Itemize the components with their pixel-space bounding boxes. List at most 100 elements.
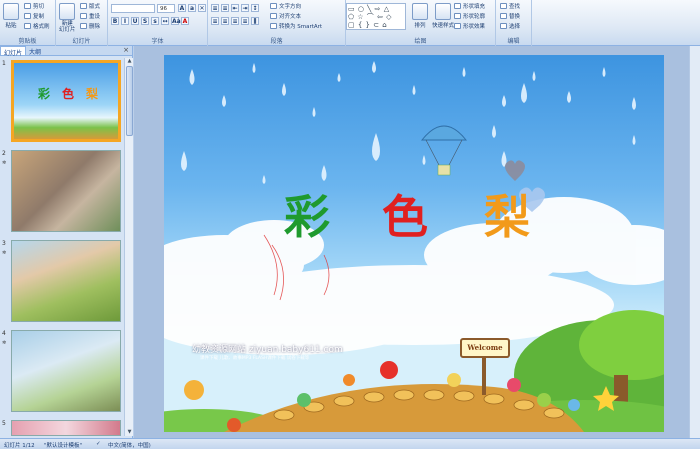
- format-painter-button[interactable]: 格式刷: [24, 22, 50, 30]
- paragraph-group: ≡ ≡ ⇤ ⇥ ↕ ≡ ≡ ≡ ≡ ⫼ 文字方向 对齐文本 转换为 SmartArt 段落: [208, 0, 346, 46]
- change-case-icon[interactable]: Aa: [171, 17, 181, 25]
- align-text-button[interactable]: 对齐文本: [270, 12, 301, 20]
- quick-styles-button[interactable]: 快速样式: [432, 3, 454, 29]
- tab-outline[interactable]: 大纲: [26, 46, 44, 56]
- line-spacing-icon[interactable]: ↕: [251, 4, 259, 12]
- layout-icon: [80, 3, 87, 9]
- align-center-icon[interactable]: ≡: [221, 17, 229, 25]
- shrink-font-icon[interactable]: a: [188, 4, 196, 12]
- drawing-group: ▭ ○ ╲ ⇨ △ ⬠ ☆ ⌒ ⇦ ◇ ▢ { } ⊂ ⌂ 排列 快速样式 形状填充…: [346, 0, 496, 46]
- new-slide-button[interactable]: 新建 幻灯片: [59, 3, 76, 33]
- site-watermark-sub: 课件下载 儿歌、故事MP3 FLASH课件下载 试卷下载等: [200, 356, 310, 361]
- thumbnail-slide-4[interactable]: [11, 330, 121, 412]
- status-bar: 幻灯片 1/12 "默认设计模板" ✓ 中文(简体，中国): [0, 438, 700, 449]
- heart-balloon-decor: [505, 160, 525, 181]
- paste-label: 粘贴: [5, 23, 17, 29]
- thumbnail-number: 4: [2, 330, 6, 337]
- spacing-icon[interactable]: ↔: [161, 17, 169, 25]
- align-text-icon: [270, 13, 277, 19]
- text-direction-button[interactable]: 文字方向: [270, 2, 301, 10]
- slide-scrollbar[interactable]: [689, 46, 700, 438]
- find-button[interactable]: 查找: [500, 2, 520, 10]
- bold-icon[interactable]: B: [111, 17, 119, 25]
- smartart-icon: [270, 23, 277, 29]
- thumbnail-slide-5[interactable]: [11, 420, 121, 436]
- scroll-down-icon[interactable]: ▼: [126, 429, 133, 436]
- paste-button[interactable]: 粘贴: [3, 3, 19, 29]
- panel-scroll-thumb[interactable]: [126, 66, 133, 136]
- clear-format-icon[interactable]: ✕: [198, 4, 206, 12]
- columns-icon[interactable]: ⫼: [251, 17, 259, 25]
- italic-icon[interactable]: I: [121, 17, 129, 25]
- tab-slides[interactable]: 幻灯片: [0, 46, 27, 57]
- copy-button[interactable]: 复制: [24, 12, 44, 20]
- cut-button[interactable]: 剪切: [24, 2, 44, 10]
- close-icon[interactable]: ×: [120, 46, 132, 55]
- paragraph-group-label: 段落: [270, 38, 283, 45]
- panel-scrollbar[interactable]: ▲ ▼: [124, 58, 133, 436]
- reset-button[interactable]: 重设: [80, 12, 100, 20]
- font-group: 96 Aa ✕ B I U Ss ↔ Aa A 字体: [108, 0, 208, 46]
- slides-group: 新建 幻灯片 版式 重设 删除 幻灯片: [56, 0, 108, 46]
- quick-styles-icon: [435, 3, 451, 20]
- binoculars-icon: [500, 3, 507, 9]
- raindrop-decor: [181, 61, 636, 184]
- replace-button[interactable]: 替换: [500, 12, 520, 20]
- thumbnail-slide-2[interactable]: [11, 150, 121, 232]
- delete-slide-button[interactable]: 删除: [80, 22, 100, 30]
- ribbon: 粘贴 剪切 复制 格式刷 剪贴板 新建 幻灯片 版式 重设 删除 幻灯片 96 …: [0, 0, 700, 46]
- align-right-icon[interactable]: ≡: [231, 17, 239, 25]
- shape-effects-button[interactable]: 形状效果: [454, 22, 485, 30]
- increase-indent-icon[interactable]: ⇥: [241, 4, 249, 12]
- panel-tabs: 幻灯片 大纲 ×: [0, 46, 132, 57]
- numbering-icon[interactable]: ≡: [221, 4, 229, 12]
- thumbnail-number: 5: [2, 420, 6, 427]
- bullets-icon[interactable]: ≡: [211, 4, 219, 12]
- layout-button[interactable]: 版式: [80, 2, 100, 10]
- justify-icon[interactable]: ≡: [241, 17, 249, 25]
- clipboard-group-label: 剪贴板: [18, 38, 37, 45]
- grow-font-icon[interactable]: A: [178, 4, 186, 12]
- list-tools: ≡ ≡ ⇤ ⇥ ↕: [211, 4, 259, 12]
- select-button[interactable]: 选择: [500, 22, 520, 30]
- scissors-icon: [24, 3, 31, 9]
- delete-icon: [80, 23, 87, 29]
- thumbnail-slide-1[interactable]: 彩 色 梨: [11, 60, 121, 142]
- arrange-button[interactable]: 排列: [412, 3, 428, 29]
- outline-icon: [454, 13, 461, 19]
- shape-outline-button[interactable]: 形状轮廓: [454, 12, 485, 20]
- thumbnail-number: 3: [2, 240, 6, 247]
- effects-icon: [454, 23, 461, 29]
- clipboard-group: 粘贴 剪切 复制 格式刷 剪贴板: [0, 0, 56, 46]
- welcome-sign: Welcome: [460, 338, 510, 358]
- font-name-select[interactable]: [111, 4, 155, 13]
- shadow-icon[interactable]: s: [151, 17, 159, 25]
- fill-icon: [454, 3, 461, 9]
- animation-star-icon: ✲: [2, 160, 7, 166]
- cursor-icon: [500, 23, 507, 29]
- align-left-icon[interactable]: ≡: [211, 17, 219, 25]
- replace-icon: [500, 13, 507, 19]
- font-size-select[interactable]: 96: [157, 4, 175, 13]
- thumbnail-slide-3[interactable]: [11, 240, 121, 322]
- shape-fill-button[interactable]: 形状填充: [454, 2, 485, 10]
- paste-icon: [3, 3, 19, 20]
- shapes-gallery[interactable]: ▭ ○ ╲ ⇨ △ ⬠ ☆ ⌒ ⇦ ◇ ▢ { } ⊂ ⌂: [346, 3, 406, 30]
- animation-star-icon: ✲: [2, 250, 7, 256]
- copy-icon: [24, 13, 31, 19]
- convert-smartart-button[interactable]: 转换为 SmartArt: [270, 22, 322, 30]
- font-color-icon[interactable]: A: [181, 17, 189, 25]
- scroll-up-icon[interactable]: ▲: [126, 58, 133, 65]
- theme-name: "默认设计模板": [44, 443, 83, 449]
- brush-icon: [24, 23, 31, 29]
- spellcheck-icon[interactable]: ✓: [96, 441, 101, 447]
- strikethrough-icon[interactable]: S: [141, 17, 149, 25]
- slides-panel: 幻灯片 大纲 × 1 彩 色 梨 2 ✲ 3 ✲ 4 ✲ 5 ▲ ▼: [0, 46, 133, 438]
- current-slide[interactable]: 彩 色 梨 幼教资源网站 ziyuan.baby611.com 课件下载 儿歌、…: [164, 55, 664, 432]
- drawing-group-label: 绘图: [414, 38, 427, 45]
- editing-group: 查找 替换 选择 编辑: [496, 0, 532, 46]
- parachute-decor: [420, 125, 468, 176]
- underline-icon[interactable]: U: [131, 17, 139, 25]
- slide-title-char-3: 梨: [484, 190, 530, 244]
- decrease-indent-icon[interactable]: ⇤: [231, 4, 239, 12]
